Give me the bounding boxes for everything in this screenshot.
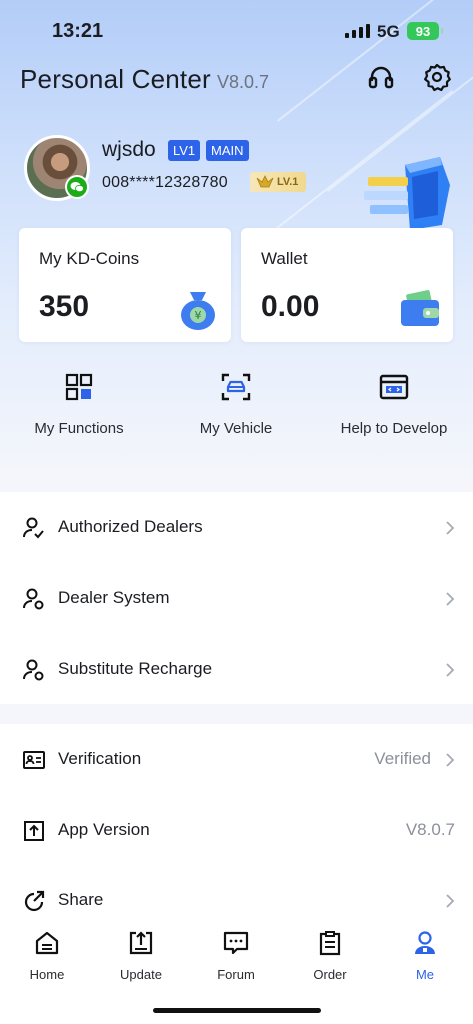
my-vehicle-label: My Vehicle [199, 420, 273, 437]
signal-icon [345, 24, 370, 38]
battery-level: 93 [415, 23, 431, 39]
phone-number: 008****12328780 [102, 174, 228, 191]
tab-order[interactable]: Order [283, 930, 377, 982]
user-gear-icon [23, 659, 44, 681]
account-type-badge: MAIN [206, 140, 249, 161]
kd-coins-label: My KD-Coins [39, 249, 140, 268]
status-time: 13:21 [52, 20, 104, 42]
app-version-label: V8.0.7 [217, 72, 270, 92]
home-icon [35, 931, 59, 955]
verification-label: Verification [58, 749, 142, 768]
network-type: 5G [377, 22, 400, 41]
substitute-recharge-label: Substitute Recharge [58, 659, 213, 678]
tab-update[interactable]: Update [94, 930, 188, 982]
home-indicator [153, 1008, 321, 1013]
tab-me-label: Me [415, 967, 435, 982]
dealer-system-label: Dealer System [58, 588, 170, 607]
order-icon [319, 931, 341, 956]
help-to-develop-button[interactable]: Help to Develop [324, 372, 464, 437]
app-menu-list: Verification Verified App Version V8.0.7… [0, 724, 473, 924]
wechat-icon [65, 175, 89, 199]
share-label: Share [58, 890, 104, 909]
wallet-value: 0.00 [261, 290, 320, 323]
kd-coins-card[interactable]: My KD-Coins 350 ¥ [19, 228, 231, 342]
user-gear-icon [23, 588, 44, 610]
car-scan-icon [221, 373, 251, 401]
update-icon [129, 931, 153, 955]
help-to-develop-label: Help to Develop [340, 420, 448, 437]
tab-forum-label: Forum [217, 967, 255, 982]
me-icon [415, 931, 435, 954]
tab-me[interactable]: Me [378, 930, 472, 982]
chevron-right-icon [446, 894, 455, 908]
app-version-row-label: App Version [58, 820, 150, 839]
upload-box-icon [24, 821, 44, 841]
headset-icon[interactable] [366, 62, 396, 92]
vip-level: LV.1 [277, 176, 299, 188]
tab-forum[interactable]: Forum [189, 930, 283, 982]
wallet-label: Wallet [261, 249, 308, 268]
list-item-dealer-system[interactable]: Dealer System [0, 563, 473, 633]
chevron-right-icon [446, 592, 455, 606]
level-badge: LV1 [168, 140, 201, 161]
svg-text:¥: ¥ [195, 309, 202, 322]
tab-home-label: Home [29, 967, 65, 982]
vip-badge[interactable]: LV.1 [250, 172, 306, 192]
tab-update-label: Update [120, 967, 162, 982]
dealer-menu-list: Authorized Dealers Dealer System Substit… [0, 492, 473, 704]
app-version-value: V8.0.7 [405, 820, 455, 839]
decorative-3d-graphic-icon [360, 155, 460, 235]
my-functions-button[interactable]: My Functions [9, 372, 149, 437]
tab-home[interactable]: Home [0, 930, 94, 982]
kd-coins-value: 350 [39, 290, 90, 323]
my-functions-label: My Functions [34, 420, 124, 437]
vip-crown-icon [256, 175, 274, 188]
user-check-icon [23, 517, 44, 539]
status-bar: 13:21 5G 93 [0, 0, 473, 60]
my-vehicle-button[interactable]: My Vehicle [166, 372, 306, 437]
username: wjsdo [102, 138, 156, 161]
chevron-right-icon [446, 753, 455, 767]
page-title: Personal Center [20, 64, 211, 94]
wallet-icon [397, 286, 443, 332]
verification-status: Verified [374, 749, 431, 768]
wallet-card[interactable]: Wallet 0.00 [241, 228, 453, 342]
grid-icon [65, 373, 93, 401]
list-item-substitute-recharge[interactable]: Substitute Recharge [0, 634, 473, 704]
list-item-app-version[interactable]: App Version V8.0.7 [0, 795, 473, 865]
authorized-dealers-label: Authorized Dealers [58, 517, 203, 536]
list-item-authorized-dealers[interactable]: Authorized Dealers [0, 492, 473, 562]
forum-icon [223, 931, 249, 955]
tab-order-label: Order [313, 967, 347, 982]
share-icon [24, 890, 45, 912]
chevron-right-icon [446, 521, 455, 535]
chevron-right-icon [446, 663, 455, 677]
battery-icon: 93 [407, 22, 443, 40]
gear-icon[interactable] [422, 62, 452, 92]
id-card-icon [23, 751, 45, 769]
money-bag-icon: ¥ [175, 286, 221, 332]
code-window-icon [379, 374, 409, 400]
list-item-verification[interactable]: Verification Verified [0, 724, 473, 794]
quick-functions: My Functions My Vehicle Help to Develop [0, 372, 473, 452]
